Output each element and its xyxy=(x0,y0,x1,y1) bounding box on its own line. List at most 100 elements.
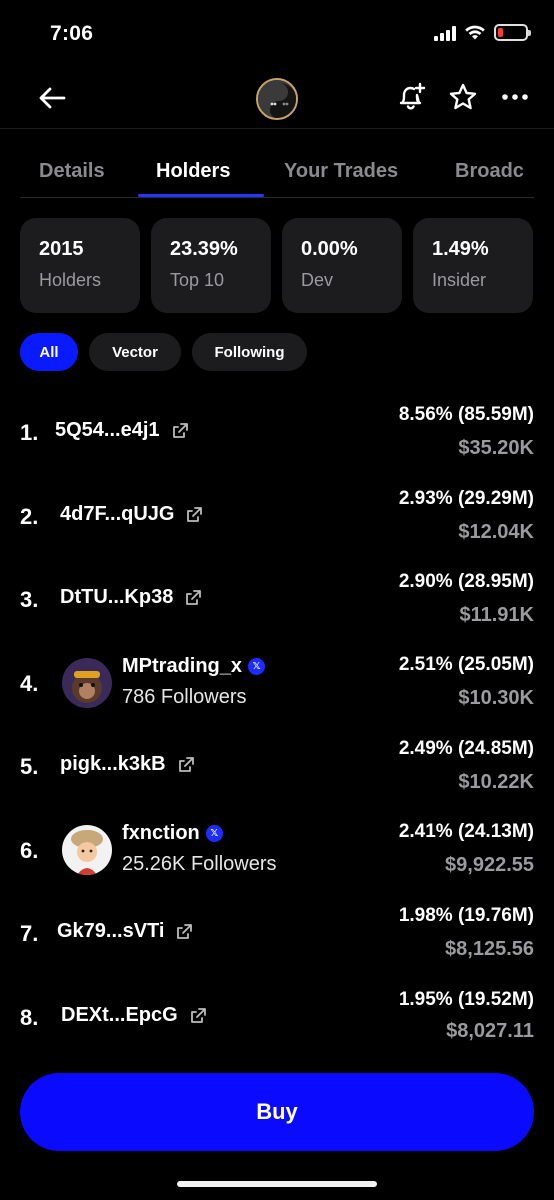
wifi-icon xyxy=(465,25,485,40)
holder-usd-value: $10.22K xyxy=(458,771,534,793)
tab-holders[interactable]: Holders xyxy=(156,160,230,183)
holder-rank: 1. xyxy=(20,420,39,445)
holder-rank: 3. xyxy=(20,587,39,612)
holder-percent: 2.93% (29.29M) xyxy=(398,488,534,509)
external-link-icon xyxy=(190,1007,206,1023)
back-arrow-icon xyxy=(39,87,66,109)
holder-address: DEXt...EpcG xyxy=(61,1004,178,1026)
holder-row[interactable]: 2. 4d7F...qUJG 2.93% (29.29M) $12.04K xyxy=(0,484,554,564)
battery-fill xyxy=(498,28,503,37)
avatar[interactable] xyxy=(62,658,112,708)
external-link-icon xyxy=(177,923,193,939)
token-avatar[interactable] xyxy=(256,78,298,120)
token-avatar-icon xyxy=(258,80,296,118)
holder-row[interactable]: 4. MPtrading_x 𝕏 786 Followers 2.51% (25… xyxy=(0,650,554,730)
more-icon xyxy=(502,94,528,100)
stat-card-insider: 1.49% Insider xyxy=(413,218,533,313)
tab-your-trades[interactable]: Your Trades xyxy=(284,160,398,183)
explorer-avatar-icon xyxy=(62,825,112,875)
holder-row[interactable]: 8. DEXt...EpcG 1.95% (19.52M) $8,027.11 xyxy=(0,985,554,1065)
stat-value: 2015 xyxy=(39,238,84,260)
tabs-divider xyxy=(20,197,534,198)
holder-address-link[interactable]: Gk79...sVTi xyxy=(57,920,194,943)
holder-percent: 1.95% (19.52M) xyxy=(398,989,534,1010)
x-verified-icon: 𝕏 xyxy=(205,825,223,842)
holder-row[interactable]: 5. pigk...k3kB 2.49% (24.85M) $10.22K xyxy=(0,734,554,814)
holder-address-link[interactable]: DtTU...Kp38 xyxy=(60,586,203,609)
status-bar: 7:06 xyxy=(0,0,554,70)
tab-broadcast[interactable]: Broadc xyxy=(455,160,524,183)
stat-card-top10: 23.39% Top 10 xyxy=(151,218,271,313)
holder-row[interactable]: 7. Gk79...sVTi 1.98% (19.76M) $8,125.56 xyxy=(0,901,554,981)
holder-usd-value: $35.20K xyxy=(458,437,534,459)
status-icons xyxy=(434,24,531,41)
holder-rank: 8. xyxy=(20,1005,39,1030)
stat-label: Holders xyxy=(39,270,102,290)
stat-label: Insider xyxy=(432,270,487,290)
avatar[interactable] xyxy=(62,825,112,875)
star-icon xyxy=(449,83,477,110)
tab-bar: Details Holders Your Trades Broadc xyxy=(0,150,554,198)
stat-label: Dev xyxy=(301,270,334,290)
holder-percent: 2.41% (24.13M) xyxy=(398,821,534,842)
status-time: 7:06 xyxy=(50,22,94,45)
add-alert-button[interactable] xyxy=(394,80,428,114)
holder-percent: 8.56% (85.59M) xyxy=(398,404,534,425)
holder-username: fxnction xyxy=(122,822,200,844)
holder-rank: 2. xyxy=(20,504,39,529)
battery-icon xyxy=(494,24,531,41)
holder-address: DtTU...Kp38 xyxy=(60,586,174,608)
holder-row[interactable]: 1. 5Q54...e4j1 8.56% (85.59M) $35.20K xyxy=(0,400,554,480)
holder-usd-value: $9,922.55 xyxy=(445,854,534,876)
buy-button[interactable]: Buy xyxy=(20,1073,534,1151)
ape-avatar-icon xyxy=(62,658,112,708)
filter-vector[interactable]: Vector xyxy=(89,333,181,371)
holder-rank: 4. xyxy=(20,671,39,696)
holder-row[interactable]: 3. DtTU...Kp38 2.90% (28.95M) $11.91K xyxy=(0,567,554,647)
holder-username-row[interactable]: fxnction 𝕏 xyxy=(122,822,223,845)
stat-value: 0.00% xyxy=(301,238,358,260)
holder-row[interactable]: 6. fxnction 𝕏 25.26K Followers 2.41% (24… xyxy=(0,817,554,897)
holder-percent: 2.51% (25.05M) xyxy=(398,654,534,675)
header-divider xyxy=(0,128,554,129)
more-button[interactable] xyxy=(498,80,532,114)
holder-address: Gk79...sVTi xyxy=(57,920,165,942)
holder-usd-value: $8,027.11 xyxy=(446,1020,534,1042)
stat-label: Top 10 xyxy=(170,270,225,290)
holder-usd-value: $10.30K xyxy=(458,687,534,709)
holder-followers: 786 Followers xyxy=(122,686,247,708)
stat-value: 23.39% xyxy=(170,238,238,260)
holder-rank: 6. xyxy=(20,838,39,863)
holder-username-row[interactable]: MPtrading_x 𝕏 xyxy=(122,655,266,678)
holder-address-link[interactable]: DEXt...EpcG xyxy=(61,1004,208,1027)
back-button[interactable] xyxy=(36,82,68,114)
external-link-icon xyxy=(178,756,194,772)
home-indicator xyxy=(177,1181,377,1187)
holder-rank: 7. xyxy=(20,921,39,946)
holder-percent: 2.49% (24.85M) xyxy=(398,738,534,759)
holder-address: 5Q54...e4j1 xyxy=(55,419,160,441)
favorite-button[interactable] xyxy=(446,80,480,114)
holder-usd-value: $8,125.56 xyxy=(445,938,534,960)
bell-plus-icon xyxy=(399,82,426,110)
filter-all[interactable]: All xyxy=(20,333,78,371)
holder-username: MPtrading_x xyxy=(122,655,243,677)
holder-address: pigk...k3kB xyxy=(60,753,166,775)
holder-address-link[interactable]: 4d7F...qUJG xyxy=(60,503,204,526)
holder-followers: 25.26K Followers xyxy=(122,853,277,875)
stat-card-dev: 0.00% Dev xyxy=(282,218,402,313)
stat-value: 1.49% xyxy=(432,238,489,260)
holder-percent: 1.98% (19.76M) xyxy=(398,905,534,926)
holder-address: 4d7F...qUJG xyxy=(60,503,175,525)
nav-actions xyxy=(394,80,532,114)
holder-address-link[interactable]: 5Q54...e4j1 xyxy=(55,419,190,442)
holder-address-link[interactable]: pigk...k3kB xyxy=(60,753,196,776)
top-nav xyxy=(0,70,554,128)
filter-following[interactable]: Following xyxy=(192,333,307,371)
x-verified-icon: 𝕏 xyxy=(248,658,266,675)
holder-rank: 5. xyxy=(20,754,39,779)
external-link-icon xyxy=(186,589,202,605)
external-link-icon xyxy=(172,422,188,438)
holder-usd-value: $12.04K xyxy=(458,521,534,543)
tab-details[interactable]: Details xyxy=(39,160,105,183)
